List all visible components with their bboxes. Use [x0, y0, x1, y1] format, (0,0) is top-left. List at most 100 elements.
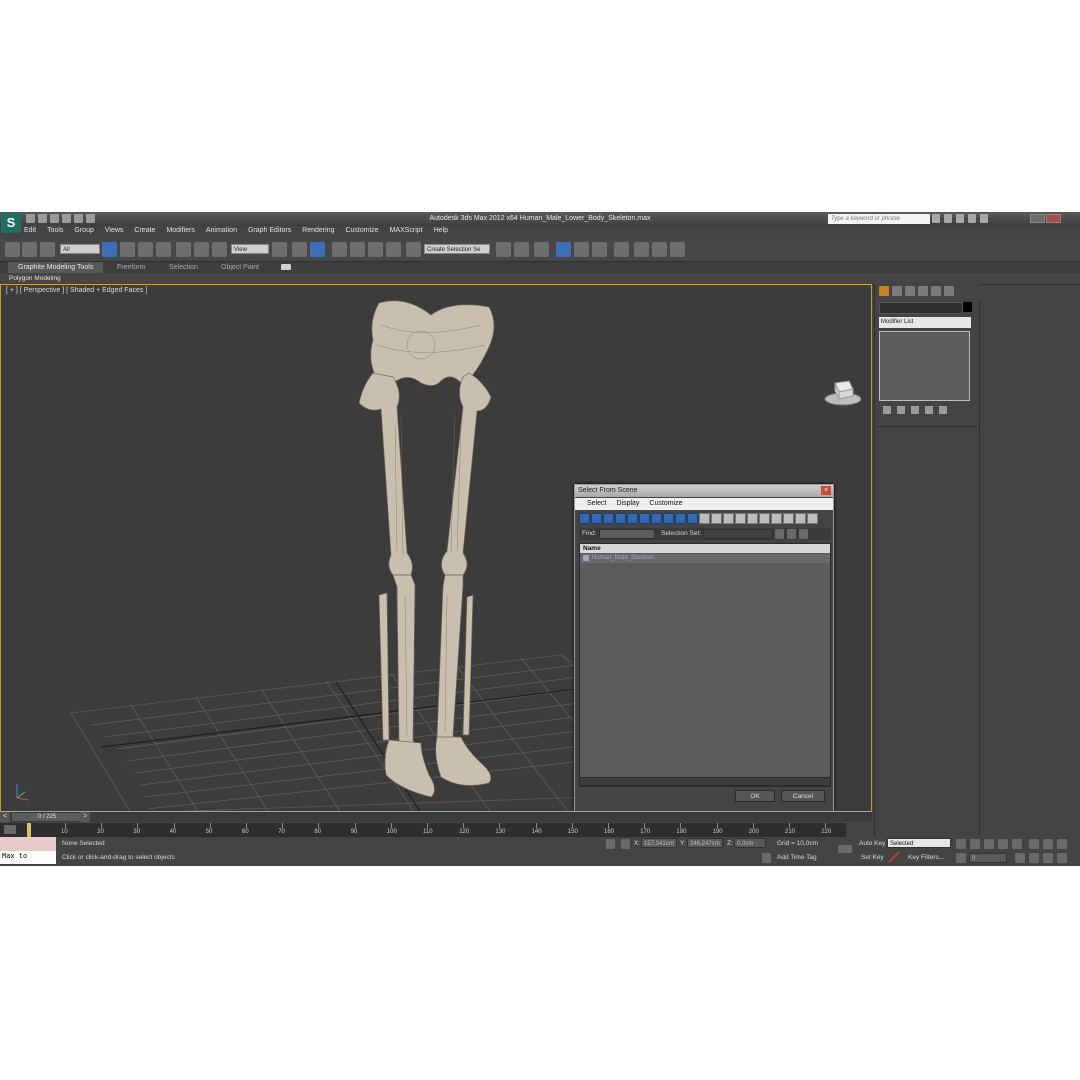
maxscript-output[interactable]: [0, 837, 56, 851]
pivot-center-icon[interactable]: [272, 242, 287, 257]
next-frame-icon[interactable]: [998, 839, 1008, 849]
angle-snap-icon[interactable]: [350, 242, 365, 257]
snaps-toggle-icon[interactable]: [332, 242, 347, 257]
unlink-icon[interactable]: [22, 242, 37, 257]
create-tab-icon[interactable]: [879, 286, 889, 296]
sync-selection-icon[interactable]: [759, 513, 770, 524]
zoom-extents-icon[interactable]: [1057, 839, 1067, 849]
app-logo-icon[interactable]: S: [1, 213, 21, 233]
zoom-icon[interactable]: [1029, 839, 1039, 849]
help-icon[interactable]: [980, 214, 988, 223]
search-input[interactable]: Type a keyword or phrase: [828, 214, 930, 224]
make-unique-icon[interactable]: [911, 406, 919, 414]
create-selection-set-icon[interactable]: [775, 529, 784, 539]
select-manipulate-icon[interactable]: [292, 242, 307, 257]
add-time-tag-button[interactable]: Add Time Tag: [777, 854, 817, 861]
graphite-toggle-icon[interactable]: [556, 242, 571, 257]
menu-graph-editors[interactable]: Graph Editors: [248, 227, 291, 237]
edit-selection-set-icon[interactable]: [787, 529, 796, 539]
dialog-menu-customize[interactable]: Customize: [649, 498, 682, 510]
display-tab-icon[interactable]: [931, 286, 941, 296]
display-groups-icon[interactable]: [651, 513, 662, 524]
key-icon[interactable]: [838, 845, 852, 853]
undo-icon[interactable]: [62, 214, 71, 223]
minimize-button[interactable]: [1030, 214, 1045, 223]
menu-views[interactable]: Views: [105, 227, 124, 237]
goto-end-icon[interactable]: [1012, 839, 1022, 849]
layer-manager-icon[interactable]: [534, 242, 549, 257]
invert-display-icon[interactable]: [747, 513, 758, 524]
viewcube-icon[interactable]: [823, 377, 863, 407]
cancel-button[interactable]: Cancel: [781, 790, 825, 802]
close-button[interactable]: [1046, 214, 1061, 223]
dialog-menu-display[interactable]: Display: [616, 498, 639, 510]
current-frame-field[interactable]: 0: [969, 853, 1007, 863]
selection-set-dropdown[interactable]: [703, 529, 773, 539]
menu-help[interactable]: Help: [434, 227, 448, 237]
named-selection-set-dropdown[interactable]: Create Selection Se: [424, 244, 490, 254]
reference-coordinate-dropdown[interactable]: View: [231, 244, 269, 254]
dialog-menu-select[interactable]: Select: [587, 498, 606, 510]
display-containers-icon[interactable]: [687, 513, 698, 524]
select-link-icon[interactable]: [5, 242, 20, 257]
lock-selection-icon[interactable]: [606, 839, 615, 849]
key-mode-dropdown[interactable]: Selected: [887, 838, 951, 848]
tab-graphite-modeling-tools[interactable]: Graphite Modeling Tools: [8, 262, 104, 273]
modify-tab-icon[interactable]: [892, 286, 902, 296]
invert-selection-icon[interactable]: [795, 513, 806, 524]
subscription-icon[interactable]: [944, 214, 952, 223]
edit-named-selection-icon[interactable]: [406, 242, 421, 257]
display-geometry-icon[interactable]: [579, 513, 590, 524]
track-bar[interactable]: 10 20 30 40 50 60 70 80 90 100 110 120 130 140 150 160 1…: [0, 823, 846, 837]
maxscript-input[interactable]: Max to Physc.: [0, 851, 56, 864]
utilities-tab-icon[interactable]: [944, 286, 954, 296]
key-mode-toggle-icon[interactable]: [956, 853, 966, 863]
horizontal-scrollbar[interactable]: [579, 777, 831, 786]
zoom-all-icon[interactable]: [1043, 839, 1053, 849]
scene-object-list[interactable]: Name Human_Male_Skeleton: [579, 543, 831, 787]
window-crossing-icon[interactable]: [156, 242, 171, 257]
filter-icon[interactable]: [807, 513, 818, 524]
auto-key-button[interactable]: Auto Key: [859, 840, 885, 847]
modifier-list-dropdown[interactable]: Modifier List: [879, 317, 971, 328]
polygon-modeling-label[interactable]: Polygon Modeling: [9, 275, 61, 282]
time-slider-thumb[interactable]: 0 / 225: [12, 813, 82, 821]
time-slider-next-button[interactable]: >: [80, 812, 90, 822]
ok-button[interactable]: OK: [735, 790, 775, 802]
material-editor-icon[interactable]: [614, 242, 629, 257]
tab-freeform[interactable]: Freeform: [117, 262, 145, 273]
field-of-view-icon[interactable]: [1029, 853, 1039, 863]
display-all-icon[interactable]: [723, 513, 734, 524]
render-teapot-icon[interactable]: [670, 242, 685, 257]
display-bones-icon[interactable]: [675, 513, 686, 524]
align-icon[interactable]: [514, 242, 529, 257]
keyboard-shortcut-override-icon[interactable]: [310, 242, 325, 257]
delete-selection-set-icon[interactable]: [799, 529, 808, 539]
schematic-view-icon[interactable]: [592, 242, 607, 257]
select-by-name-icon[interactable]: [120, 242, 135, 257]
binoculars-icon[interactable]: [932, 214, 940, 223]
menu-rendering[interactable]: Rendering: [302, 227, 334, 237]
time-slider-prev-button[interactable]: <: [0, 812, 10, 822]
pin-stack-icon[interactable]: [883, 406, 891, 414]
pan-view-icon[interactable]: [1043, 853, 1053, 863]
configure-modifier-sets-icon[interactable]: [939, 406, 947, 414]
curve-editor-icon[interactable]: [574, 242, 589, 257]
menu-group[interactable]: Group: [74, 227, 93, 237]
display-lights-icon[interactable]: [603, 513, 614, 524]
modifier-stack[interactable]: [879, 331, 970, 401]
find-input[interactable]: [599, 529, 655, 539]
rectangle-selection-icon[interactable]: [138, 242, 153, 257]
x-coordinate-field[interactable]: 157,341cm: [641, 838, 677, 848]
display-none-icon[interactable]: [735, 513, 746, 524]
display-helpers-icon[interactable]: [627, 513, 638, 524]
absolute-mode-icon[interactable]: [621, 839, 630, 849]
rotate-icon[interactable]: [194, 242, 209, 257]
display-hidden-icon[interactable]: [711, 513, 722, 524]
display-cameras-icon[interactable]: [615, 513, 626, 524]
play-icon[interactable]: [984, 839, 994, 849]
communication-icon[interactable]: [956, 214, 964, 223]
display-space-warps-icon[interactable]: [639, 513, 650, 524]
rendered-frame-window-icon[interactable]: [652, 242, 667, 257]
move-icon[interactable]: [176, 242, 191, 257]
